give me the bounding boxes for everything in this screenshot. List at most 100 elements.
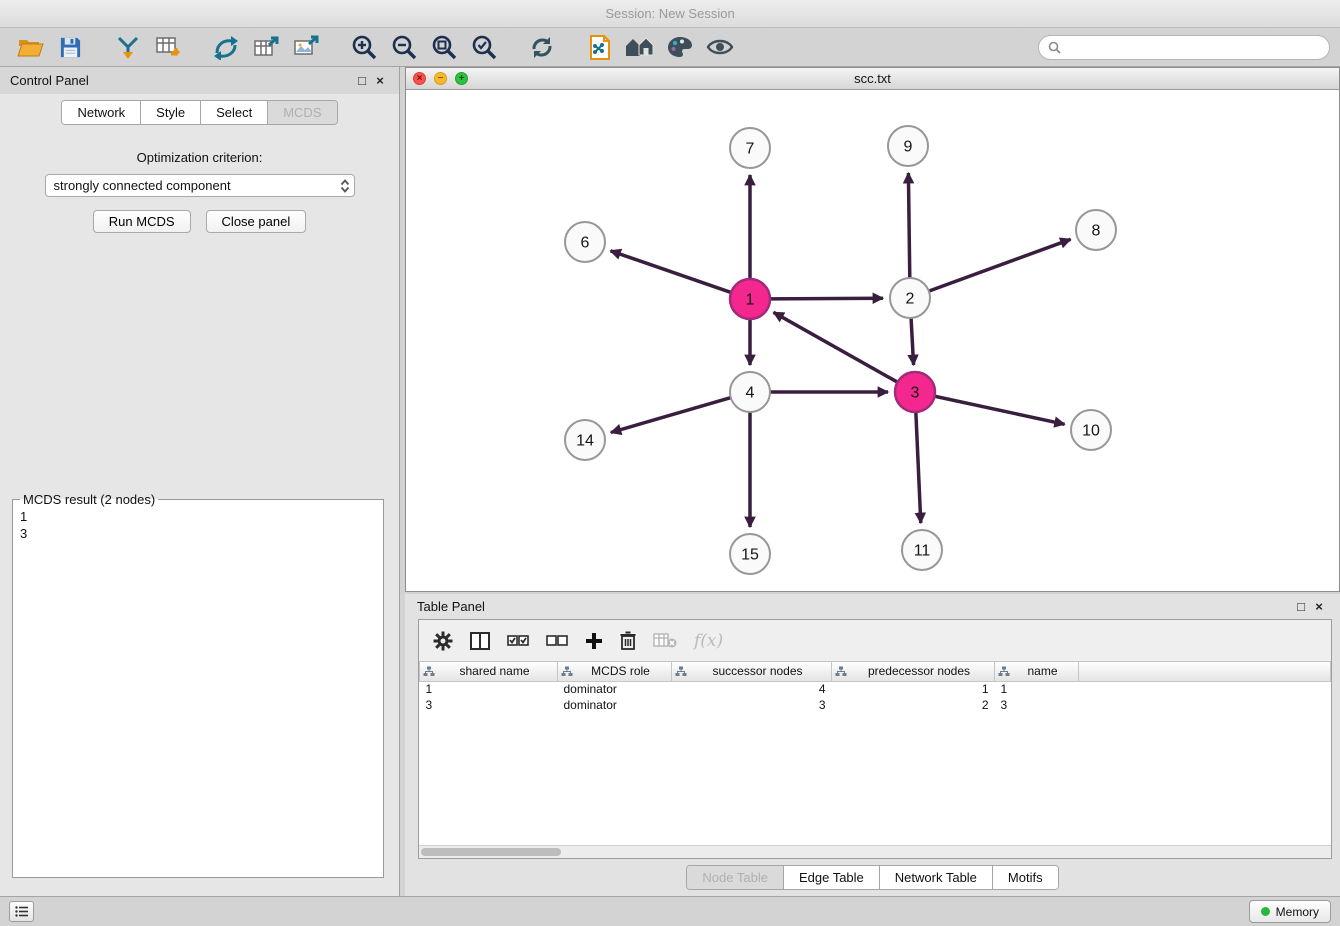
function-builder-button[interactable]: f(x) bbox=[694, 631, 723, 651]
tab-motifs[interactable]: Motifs bbox=[993, 866, 1058, 889]
network-window-titlebar[interactable]: × − + scc.txt bbox=[406, 68, 1339, 90]
refresh-view-button[interactable] bbox=[522, 31, 562, 63]
float-panel-button[interactable]: □ bbox=[353, 73, 371, 88]
graph-node-label-14: 14 bbox=[576, 433, 594, 450]
export-image-icon bbox=[293, 35, 320, 60]
mcds-result-line: 3 bbox=[20, 525, 376, 542]
graph-edge-1-6[interactable] bbox=[611, 251, 733, 293]
import-network-icon bbox=[115, 35, 141, 60]
close-table-panel-button[interactable]: × bbox=[1310, 599, 1328, 614]
add-row-button[interactable] bbox=[585, 632, 603, 650]
deselect-all-button[interactable] bbox=[546, 633, 568, 649]
column-edit-icon bbox=[675, 666, 687, 677]
column-header-name[interactable]: name bbox=[995, 662, 1079, 681]
search-input[interactable] bbox=[1067, 40, 1320, 55]
import-network-button[interactable] bbox=[108, 31, 148, 63]
graph-node-label-6: 6 bbox=[581, 235, 590, 252]
show-columns-button[interactable] bbox=[470, 632, 490, 650]
control-panel-tabs: Network Style Select MCDS bbox=[0, 100, 399, 125]
home-view-button[interactable] bbox=[620, 31, 660, 63]
tab-select[interactable]: Select bbox=[201, 101, 268, 124]
graph-edge-3-11[interactable] bbox=[916, 411, 921, 523]
window-titlebar[interactable]: Session: New Session bbox=[0, 0, 1340, 28]
trash-icon bbox=[620, 631, 636, 650]
optimization-criterion-select[interactable]: strongly connected component bbox=[45, 174, 355, 197]
zoom-selected-button[interactable] bbox=[464, 31, 504, 63]
export-network-button[interactable] bbox=[206, 31, 246, 63]
graph-node-label-2: 2 bbox=[906, 291, 915, 308]
zoom-out-button[interactable] bbox=[384, 31, 424, 63]
tab-network[interactable]: Network bbox=[62, 101, 141, 124]
graph-edge-2-8[interactable] bbox=[928, 239, 1071, 291]
table-panel-body: f(x) shared name bbox=[418, 619, 1332, 859]
select-all-icon bbox=[507, 633, 529, 649]
window-title: Session: New Session bbox=[605, 6, 734, 21]
dropdown-stepper-icon bbox=[338, 178, 352, 194]
tab-style[interactable]: Style bbox=[141, 101, 201, 124]
table-row[interactable]: 3 dominator 3 2 3 bbox=[420, 697, 1331, 713]
import-table-button[interactable] bbox=[148, 31, 188, 63]
main-toolbar bbox=[0, 28, 1340, 67]
node-table: shared name MCDS role bbox=[419, 662, 1331, 713]
copy-view-button[interactable] bbox=[580, 31, 620, 63]
delete-table-button[interactable] bbox=[653, 632, 677, 649]
table-panel-title: Table Panel bbox=[417, 599, 485, 614]
delete-row-button[interactable] bbox=[620, 631, 636, 650]
show-graphics-button[interactable] bbox=[700, 31, 740, 63]
minimize-window-button[interactable]: − bbox=[434, 72, 447, 85]
table-tabs: Node Table Edge Table Network Table Moti… bbox=[405, 865, 1340, 890]
search-box[interactable] bbox=[1038, 35, 1330, 60]
export-image-button[interactable] bbox=[286, 31, 326, 63]
zoom-in-icon bbox=[351, 34, 377, 60]
column-header-mcds-role[interactable]: MCDS role bbox=[558, 662, 672, 681]
task-history-button[interactable] bbox=[9, 901, 34, 922]
run-mcds-button[interactable]: Run MCDS bbox=[93, 210, 191, 233]
graph-node-label-7: 7 bbox=[746, 141, 755, 158]
zoom-in-button[interactable] bbox=[344, 31, 384, 63]
column-header-shared-name[interactable]: shared name bbox=[420, 662, 558, 681]
zoom-selected-icon bbox=[471, 34, 497, 60]
close-mcds-panel-button[interactable]: Close panel bbox=[206, 210, 307, 233]
graph-edge-2-3[interactable] bbox=[911, 317, 914, 365]
graph-node-label-15: 15 bbox=[741, 547, 759, 564]
tab-network-table[interactable]: Network Table bbox=[880, 866, 993, 889]
search-icon bbox=[1048, 41, 1061, 54]
memory-label: Memory bbox=[1276, 905, 1319, 919]
apply-style-button[interactable] bbox=[660, 31, 700, 63]
graph-edge-3-1[interactable] bbox=[774, 312, 899, 382]
table-panel-header: Table Panel □ × bbox=[405, 594, 1340, 619]
graph-edge-3-10[interactable] bbox=[934, 396, 1065, 424]
save-session-button[interactable] bbox=[50, 31, 90, 63]
graph-edge-4-14[interactable] bbox=[611, 397, 732, 432]
open-session-button[interactable] bbox=[10, 31, 50, 63]
close-window-button[interactable]: × bbox=[413, 72, 426, 85]
graph-node-label-3: 3 bbox=[911, 385, 920, 402]
scrollbar-thumb[interactable] bbox=[421, 848, 561, 856]
table-horizontal-scrollbar[interactable] bbox=[419, 845, 1331, 858]
maximize-window-button[interactable]: + bbox=[455, 72, 468, 85]
table-panel: Table Panel □ × bbox=[405, 594, 1340, 896]
graph-edge-1-2[interactable] bbox=[769, 298, 883, 299]
export-network-icon bbox=[213, 35, 239, 60]
float-table-panel-button[interactable]: □ bbox=[1292, 599, 1310, 614]
table-empty-area bbox=[419, 713, 1331, 845]
graph-node-label-1: 1 bbox=[746, 292, 755, 309]
select-all-button[interactable] bbox=[507, 633, 529, 649]
tab-node-table[interactable]: Node Table bbox=[687, 866, 784, 889]
table-settings-button[interactable] bbox=[433, 631, 453, 651]
close-panel-button[interactable]: × bbox=[371, 73, 389, 88]
graph-edge-2-9[interactable] bbox=[908, 173, 909, 279]
graph-svg[interactable]: 7968124314101511 bbox=[406, 90, 1339, 591]
table-row[interactable]: 1 dominator 4 1 1 bbox=[420, 681, 1331, 697]
plus-icon bbox=[585, 632, 603, 650]
memory-button[interactable]: Memory bbox=[1249, 900, 1331, 923]
zoom-fit-button[interactable] bbox=[424, 31, 464, 63]
column-header-successor-nodes[interactable]: successor nodes bbox=[672, 662, 832, 681]
export-table-button[interactable] bbox=[246, 31, 286, 63]
tab-mcds[interactable]: MCDS bbox=[268, 101, 336, 124]
network-canvas[interactable]: 7968124314101511 bbox=[406, 90, 1339, 591]
deselect-all-icon bbox=[546, 633, 568, 649]
tab-edge-table[interactable]: Edge Table bbox=[784, 866, 880, 889]
column-header-predecessor-nodes[interactable]: predecessor nodes bbox=[832, 662, 995, 681]
home-icon bbox=[625, 36, 655, 58]
